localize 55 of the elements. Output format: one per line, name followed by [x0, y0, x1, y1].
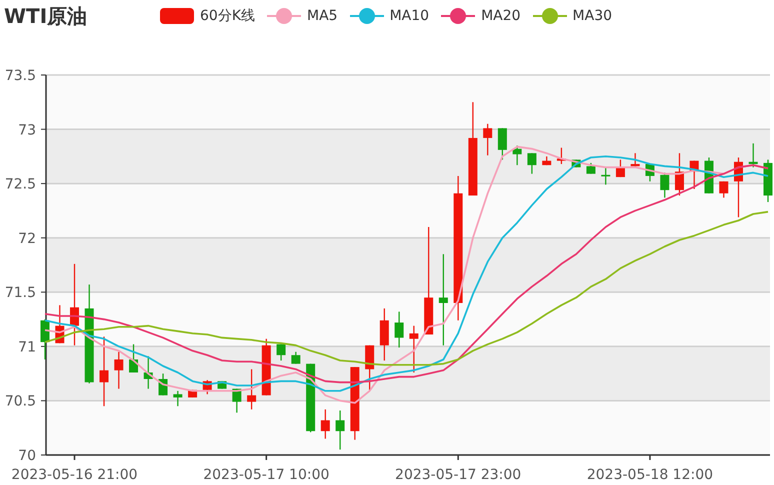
y-axis-label: 73.5 — [4, 68, 36, 84]
candlestick — [336, 410, 345, 450]
candlestick — [542, 156, 552, 166]
y-axis-label: 70.5 — [4, 394, 36, 410]
candlestick — [365, 345, 374, 391]
candlestick — [291, 352, 300, 364]
x-axis-label: 2023-05-18 12:00 — [586, 467, 714, 483]
candlestick — [380, 308, 389, 361]
candlestick — [734, 158, 743, 218]
y-axis-label: 71.5 — [4, 285, 36, 302]
candlestick — [232, 388, 242, 413]
candlestick — [158, 374, 168, 396]
candlestick — [409, 326, 418, 372]
legend-item[interactable]: MA10 — [350, 7, 430, 25]
candlestick — [276, 344, 286, 361]
y-axis-label: 73 — [18, 122, 36, 138]
y-axis-label: 72.5 — [4, 176, 36, 193]
candlestick — [630, 153, 640, 166]
candlestick — [100, 336, 109, 406]
candlestick — [601, 167, 610, 185]
candlestick — [645, 164, 654, 182]
candlestick — [586, 162, 596, 174]
candlestick — [483, 124, 492, 156]
legend-item[interactable]: MA20 — [441, 7, 521, 25]
candlestick — [748, 143, 758, 168]
candlestick — [512, 146, 522, 166]
candlestick — [660, 172, 670, 198]
candlestick — [616, 160, 625, 178]
legend-item[interactable]: MA5 — [267, 7, 338, 25]
candlestick — [498, 128, 507, 160]
y-axis-label: 70 — [18, 448, 36, 464]
candlestick — [173, 390, 182, 406]
legend-item[interactable]: 60分K线 — [160, 7, 255, 25]
candlestick — [40, 319, 50, 360]
y-axis-label: 72 — [18, 230, 36, 247]
y-axis-label: 71 — [18, 339, 36, 356]
candlestick — [674, 153, 684, 196]
candlestick — [144, 356, 153, 389]
x-axis-label: 2023-05-16 21:00 — [11, 467, 138, 483]
candlestick — [690, 160, 699, 189]
x-axis-label: 2023-05-17 10:00 — [203, 467, 330, 483]
candlestick — [55, 305, 64, 344]
candlestick — [527, 153, 536, 174]
candlestick — [556, 148, 566, 164]
candlestick — [719, 181, 728, 198]
candlestick — [114, 352, 124, 389]
candlestick — [129, 344, 138, 372]
candlestick — [764, 160, 772, 202]
candlestick — [320, 409, 330, 439]
x-axis-label: 2023-05-17 23:00 — [395, 467, 522, 483]
candlestick — [202, 380, 212, 394]
chart-title: WTI原油 — [4, 4, 88, 28]
candlestick — [394, 312, 404, 348]
candlestick — [247, 369, 256, 410]
legend-item[interactable]: MA30 — [532, 7, 612, 25]
